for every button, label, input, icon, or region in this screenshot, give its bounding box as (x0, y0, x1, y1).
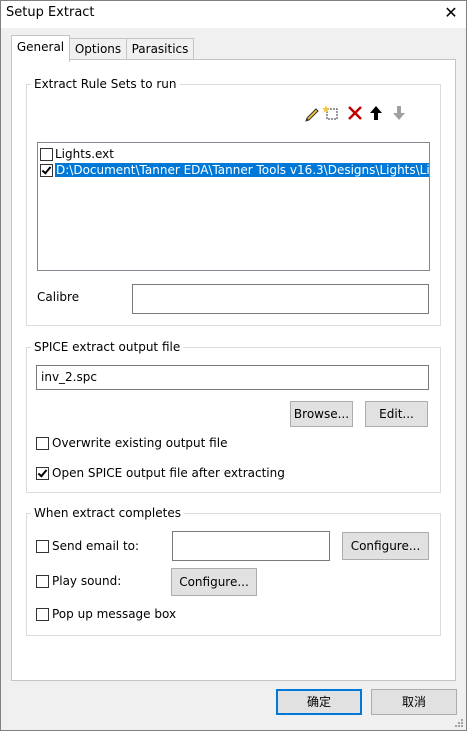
popup-message-label: Pop up message box (52, 607, 177, 621)
edit-button[interactable]: Edit... (365, 401, 428, 427)
play-sound-label: Play sound: (52, 574, 122, 588)
ok-button[interactable]: 确定 (276, 689, 362, 715)
overwrite-checkbox[interactable] (36, 437, 49, 450)
browse-button[interactable]: Browse... (290, 401, 353, 427)
rule-sets-legend: Extract Rule Sets to run (34, 77, 177, 91)
new-item-icon[interactable] (322, 104, 340, 122)
play-sound-checkbox[interactable] (36, 575, 49, 588)
delete-icon[interactable] (346, 104, 364, 122)
calibre-label: Calibre (37, 290, 80, 304)
resize-grip-icon[interactable] (452, 718, 464, 728)
rule-set-label: Lights.ext (55, 147, 114, 161)
sound-configure-button[interactable]: Configure... (171, 568, 257, 596)
open-output-checkbox[interactable] (36, 467, 49, 480)
move-up-icon[interactable] (367, 104, 385, 122)
tab-options[interactable]: Options (69, 38, 127, 60)
edit-pencil-icon[interactable] (303, 104, 321, 122)
spice-output-legend: SPICE extract output file (34, 340, 181, 354)
popup-message-checkbox[interactable] (36, 608, 49, 621)
tab-general[interactable]: General (11, 35, 70, 62)
rule-set-label: D:\Document\Tanner EDA\Tanner Tools v16.… (55, 163, 429, 177)
spice-output-file-field[interactable]: inv_2.spc (36, 365, 429, 390)
email-configure-button[interactable]: Configure... (342, 532, 429, 560)
completion-legend: When extract completes (34, 506, 181, 520)
send-email-checkbox[interactable] (36, 540, 49, 553)
email-field[interactable] (172, 531, 330, 561)
rule-set-checkbox[interactable] (40, 164, 53, 177)
send-email-label: Send email to: (52, 539, 140, 553)
close-icon[interactable]: ✕ (440, 2, 462, 24)
cancel-button[interactable]: 取消 (371, 689, 457, 715)
open-output-label: Open SPICE output file after extracting (52, 466, 285, 480)
title-bar: Setup Extract ✕ (0, 0, 467, 28)
rule-set-checkbox[interactable] (40, 148, 53, 161)
window-title: Setup Extract (6, 5, 95, 20)
calibre-field[interactable] (132, 284, 429, 314)
move-down-icon (390, 104, 408, 122)
overwrite-label: Overwrite existing output file (52, 436, 228, 450)
tab-parasitics[interactable]: Parasitics (126, 38, 194, 60)
rule-sets-list[interactable]: Lights.ext D:\Document\Tanner EDA\Tanner… (37, 142, 430, 271)
